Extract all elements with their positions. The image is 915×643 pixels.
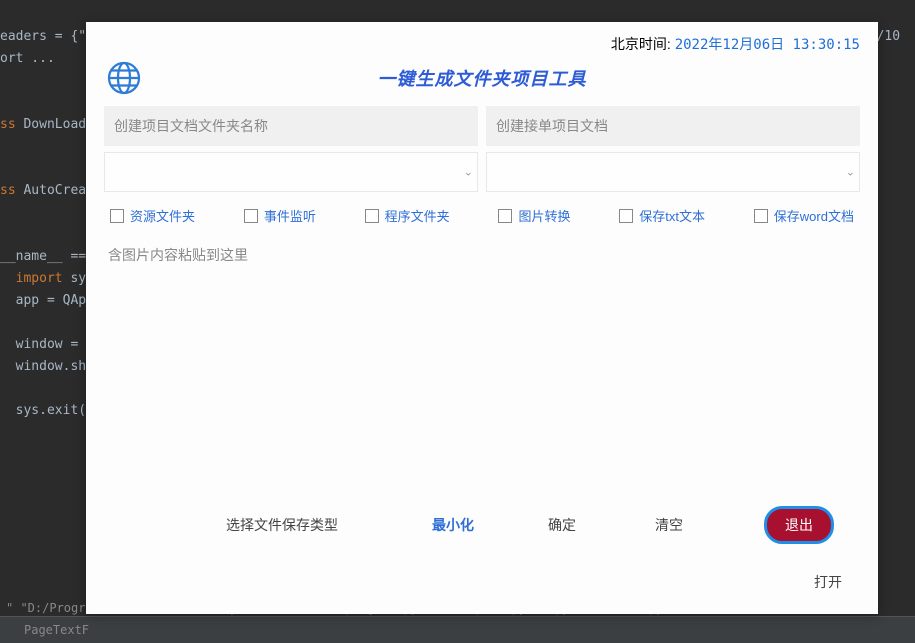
checkbox-input[interactable] [110,209,124,223]
project-folder-name-input[interactable] [104,106,478,146]
checkbox-resource-folder[interactable]: 资源文件夹 [110,206,195,225]
tab-bar: PageTextF [0,616,915,643]
clear-button[interactable]: 清空 [643,507,695,543]
checkbox-label: 事件监听 [264,206,316,225]
checkbox-input[interactable] [498,209,512,223]
confirm-button[interactable]: 确定 [536,507,588,543]
chevron-down-icon: ⌄ [464,166,473,179]
folder-tool-dialog: 北京时间: 2022年12月06日 13:30:15 一键生成文件夹项目工具 ⌄… [86,22,878,614]
checkbox-input[interactable] [365,209,379,223]
content-textarea[interactable] [104,239,860,481]
checkbox-save-word[interactable]: 保存word文档 [754,206,854,225]
checkbox-input[interactable] [619,209,633,223]
checkbox-label: 资源文件夹 [130,206,195,225]
checkbox-label: 保存word文档 [774,206,854,225]
checkbox-event-listener[interactable]: 事件监听 [244,206,316,225]
globe-icon [106,60,142,96]
app-title: 一键生成文件夹项目工具 [142,65,858,91]
checkbox-label: 保存txt文本 [639,206,705,225]
chevron-down-icon: ⌄ [846,166,855,179]
checkbox-save-txt[interactable]: 保存txt文本 [619,206,705,225]
checkbox-label: 图片转换 [518,206,570,225]
order-doc-combo[interactable]: ⌄ [486,152,860,192]
checkbox-input[interactable] [754,209,768,223]
time-display: 北京时间: 2022年12月06日 13:30:15 [86,22,878,54]
order-doc-input[interactable] [486,106,860,146]
minimize-button[interactable]: 最小化 [420,507,486,543]
select-save-type-button[interactable]: 选择文件保存类型 [214,507,350,543]
checkbox-program-folder[interactable]: 程序文件夹 [365,206,450,225]
time-value: 2022年12月06日 13:30:15 [675,37,860,53]
checkbox-image-convert[interactable]: 图片转换 [498,206,570,225]
time-label: 北京时间: [611,36,671,52]
exit-button[interactable]: 退出 [764,506,834,544]
open-button[interactable]: 打开 [814,574,842,590]
checkbox-label: 程序文件夹 [385,206,450,225]
project-folder-combo[interactable]: ⌄ [104,152,478,192]
checkbox-input[interactable] [244,209,258,223]
